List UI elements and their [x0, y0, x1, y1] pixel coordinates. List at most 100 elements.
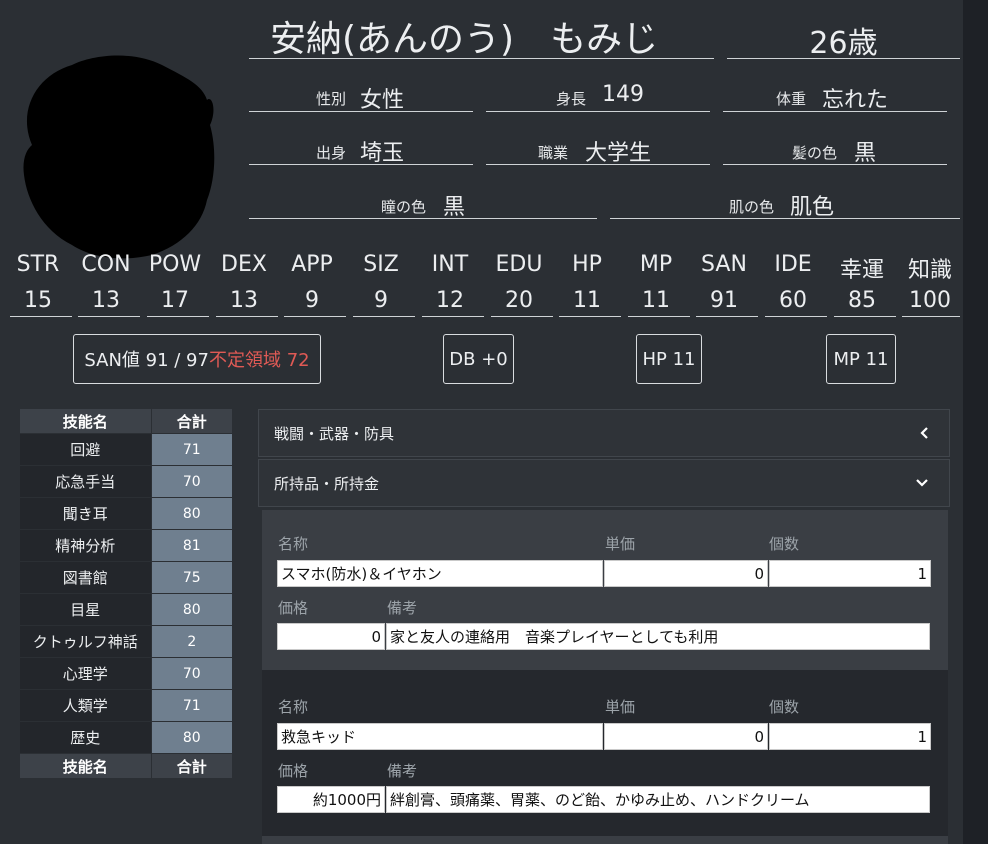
san-unstable: 不定領域 72 [208, 350, 310, 371]
item-count-label: 個数 [769, 535, 800, 553]
stat-dex-name: DEX [221, 252, 267, 277]
height-underline [486, 111, 710, 112]
item-price-label: 価格 [278, 599, 309, 617]
skill-name: 回避 [19, 433, 152, 466]
skin-color-underline [610, 218, 960, 219]
stat-str-value: 15 [24, 288, 52, 313]
origin-underline [249, 164, 473, 165]
chevron-left-icon [920, 427, 928, 439]
item-price-field[interactable]: 約1000円 [277, 786, 385, 813]
stat-underline [491, 316, 553, 317]
item-note-label: 備考 [387, 762, 418, 780]
stat-underline [147, 316, 209, 317]
weight-underline [723, 111, 947, 112]
item-price-field[interactable]: 0 [277, 623, 385, 650]
item-name-label: 名称 [278, 698, 309, 716]
eye-color-value: 黒 [443, 195, 466, 220]
skill-total: 71 [150, 689, 234, 722]
db-badge: DB +0 [443, 334, 514, 384]
stat-underline [353, 316, 415, 317]
skill-name: 心理学 [19, 657, 152, 690]
skill-total: 80 [150, 497, 234, 530]
item-note-field[interactable]: 家と友人の連絡用 音楽プレイヤーとしても利用 [386, 623, 930, 650]
stat-knowledge-value: 100 [909, 288, 951, 313]
skill-total: 81 [150, 529, 234, 562]
occupation-label: 職業 [538, 144, 569, 162]
skill-name: 歴史 [19, 721, 152, 754]
item-unit-price-field[interactable]: 0 [604, 723, 768, 750]
occupation-value: 大学生 [585, 141, 652, 166]
weight-value: 忘れた [822, 88, 889, 113]
item-name-label: 名称 [278, 535, 309, 553]
stat-siz-value: 9 [374, 288, 388, 313]
skin-color-value: 肌色 [790, 195, 835, 220]
hair-color-value: 黒 [854, 141, 877, 166]
item-note-field[interactable]: 絆創膏、頭痛薬、胃薬、のど飴、かゆみ止め、ハンドクリーム [386, 786, 930, 813]
stat-underline [559, 316, 621, 317]
name-underline [249, 58, 714, 59]
origin-value: 埼玉 [360, 141, 405, 166]
skills-footer-name: 技能名 [19, 753, 152, 779]
stat-underline [834, 316, 896, 317]
san-badge: SAN値 91 / 97 不定領域 72 [73, 334, 321, 384]
stat-mp-value: 11 [642, 288, 670, 313]
item-count-field[interactable]: 1 [769, 560, 931, 587]
combat-panel-header[interactable]: 戦闘・武器・防具 [258, 409, 950, 457]
stat-underline [422, 316, 484, 317]
stat-underline [628, 316, 690, 317]
occupation-underline [486, 164, 710, 165]
stat-underline [216, 316, 278, 317]
stat-underline [696, 316, 758, 317]
stat-int-name: INT [431, 252, 469, 277]
table-row: クトゥルフ神話 2 [19, 625, 234, 658]
stat-ide-name: IDE [774, 252, 812, 277]
stat-hp-value: 11 [573, 288, 601, 313]
skills-footer: 技能名 合計 [19, 753, 234, 779]
table-row: 人類学 71 [19, 689, 234, 722]
skill-name: 聞き耳 [19, 497, 152, 530]
stat-edu-name: EDU [495, 252, 543, 277]
stat-underline [284, 316, 346, 317]
height-value: 149 [602, 82, 644, 107]
stat-knowledge-name: 知識 [907, 258, 952, 283]
stat-san-name: SAN [701, 252, 747, 277]
items-panel-header[interactable]: 所持品・所持金 [258, 459, 950, 507]
item-price-label: 価格 [278, 762, 309, 780]
item-count-field[interactable]: 1 [769, 723, 931, 750]
gender-underline [249, 111, 473, 112]
items-panel-title: 所持品・所持金 [274, 474, 380, 493]
character-age: 26歳 [809, 26, 878, 61]
table-row: 回避 71 [19, 433, 234, 466]
stat-underline [78, 316, 140, 317]
eye-color-label: 瞳の色 [381, 198, 427, 216]
hp-badge: HP 11 [636, 334, 702, 384]
table-row: 目星 80 [19, 593, 234, 626]
skills-header: 技能名 合計 [19, 408, 234, 434]
stat-mp-name: MP [639, 252, 673, 277]
stat-str-name: STR [16, 252, 60, 277]
stat-pow-name: POW [148, 252, 202, 277]
stat-san-value: 91 [710, 288, 738, 313]
age-underline [727, 58, 960, 59]
skill-total: 80 [150, 721, 234, 754]
skill-total: 70 [150, 465, 234, 498]
skills-header-name: 技能名 [19, 408, 152, 434]
item-entry-next [262, 836, 948, 844]
gender-value: 女性 [360, 88, 405, 113]
item-name-field[interactable]: 救急キッド [277, 723, 603, 750]
item-note-label: 備考 [387, 599, 418, 617]
table-row: 精神分析 81 [19, 529, 234, 562]
table-row: 応急手当 70 [19, 465, 234, 498]
stat-luck-name: 幸運 [839, 258, 884, 283]
skill-total: 71 [150, 433, 234, 466]
table-row: 図書館 75 [19, 561, 234, 594]
stat-app-value: 9 [305, 288, 319, 313]
item-unit-price-field[interactable]: 0 [604, 560, 768, 587]
combat-panel-title: 戦闘・武器・防具 [274, 424, 395, 443]
stat-app-name: APP [291, 252, 333, 277]
weight-label: 体重 [776, 90, 807, 108]
item-name-field[interactable]: スマホ(防水)＆イヤホン [277, 560, 603, 587]
skills-table: 技能名 合計 回避 71 応急手当 70 聞き耳 80 精神分析 81 図書館 75 目星… [19, 408, 234, 779]
stat-siz-name: SIZ [363, 252, 399, 277]
skill-name: 目星 [19, 593, 152, 626]
